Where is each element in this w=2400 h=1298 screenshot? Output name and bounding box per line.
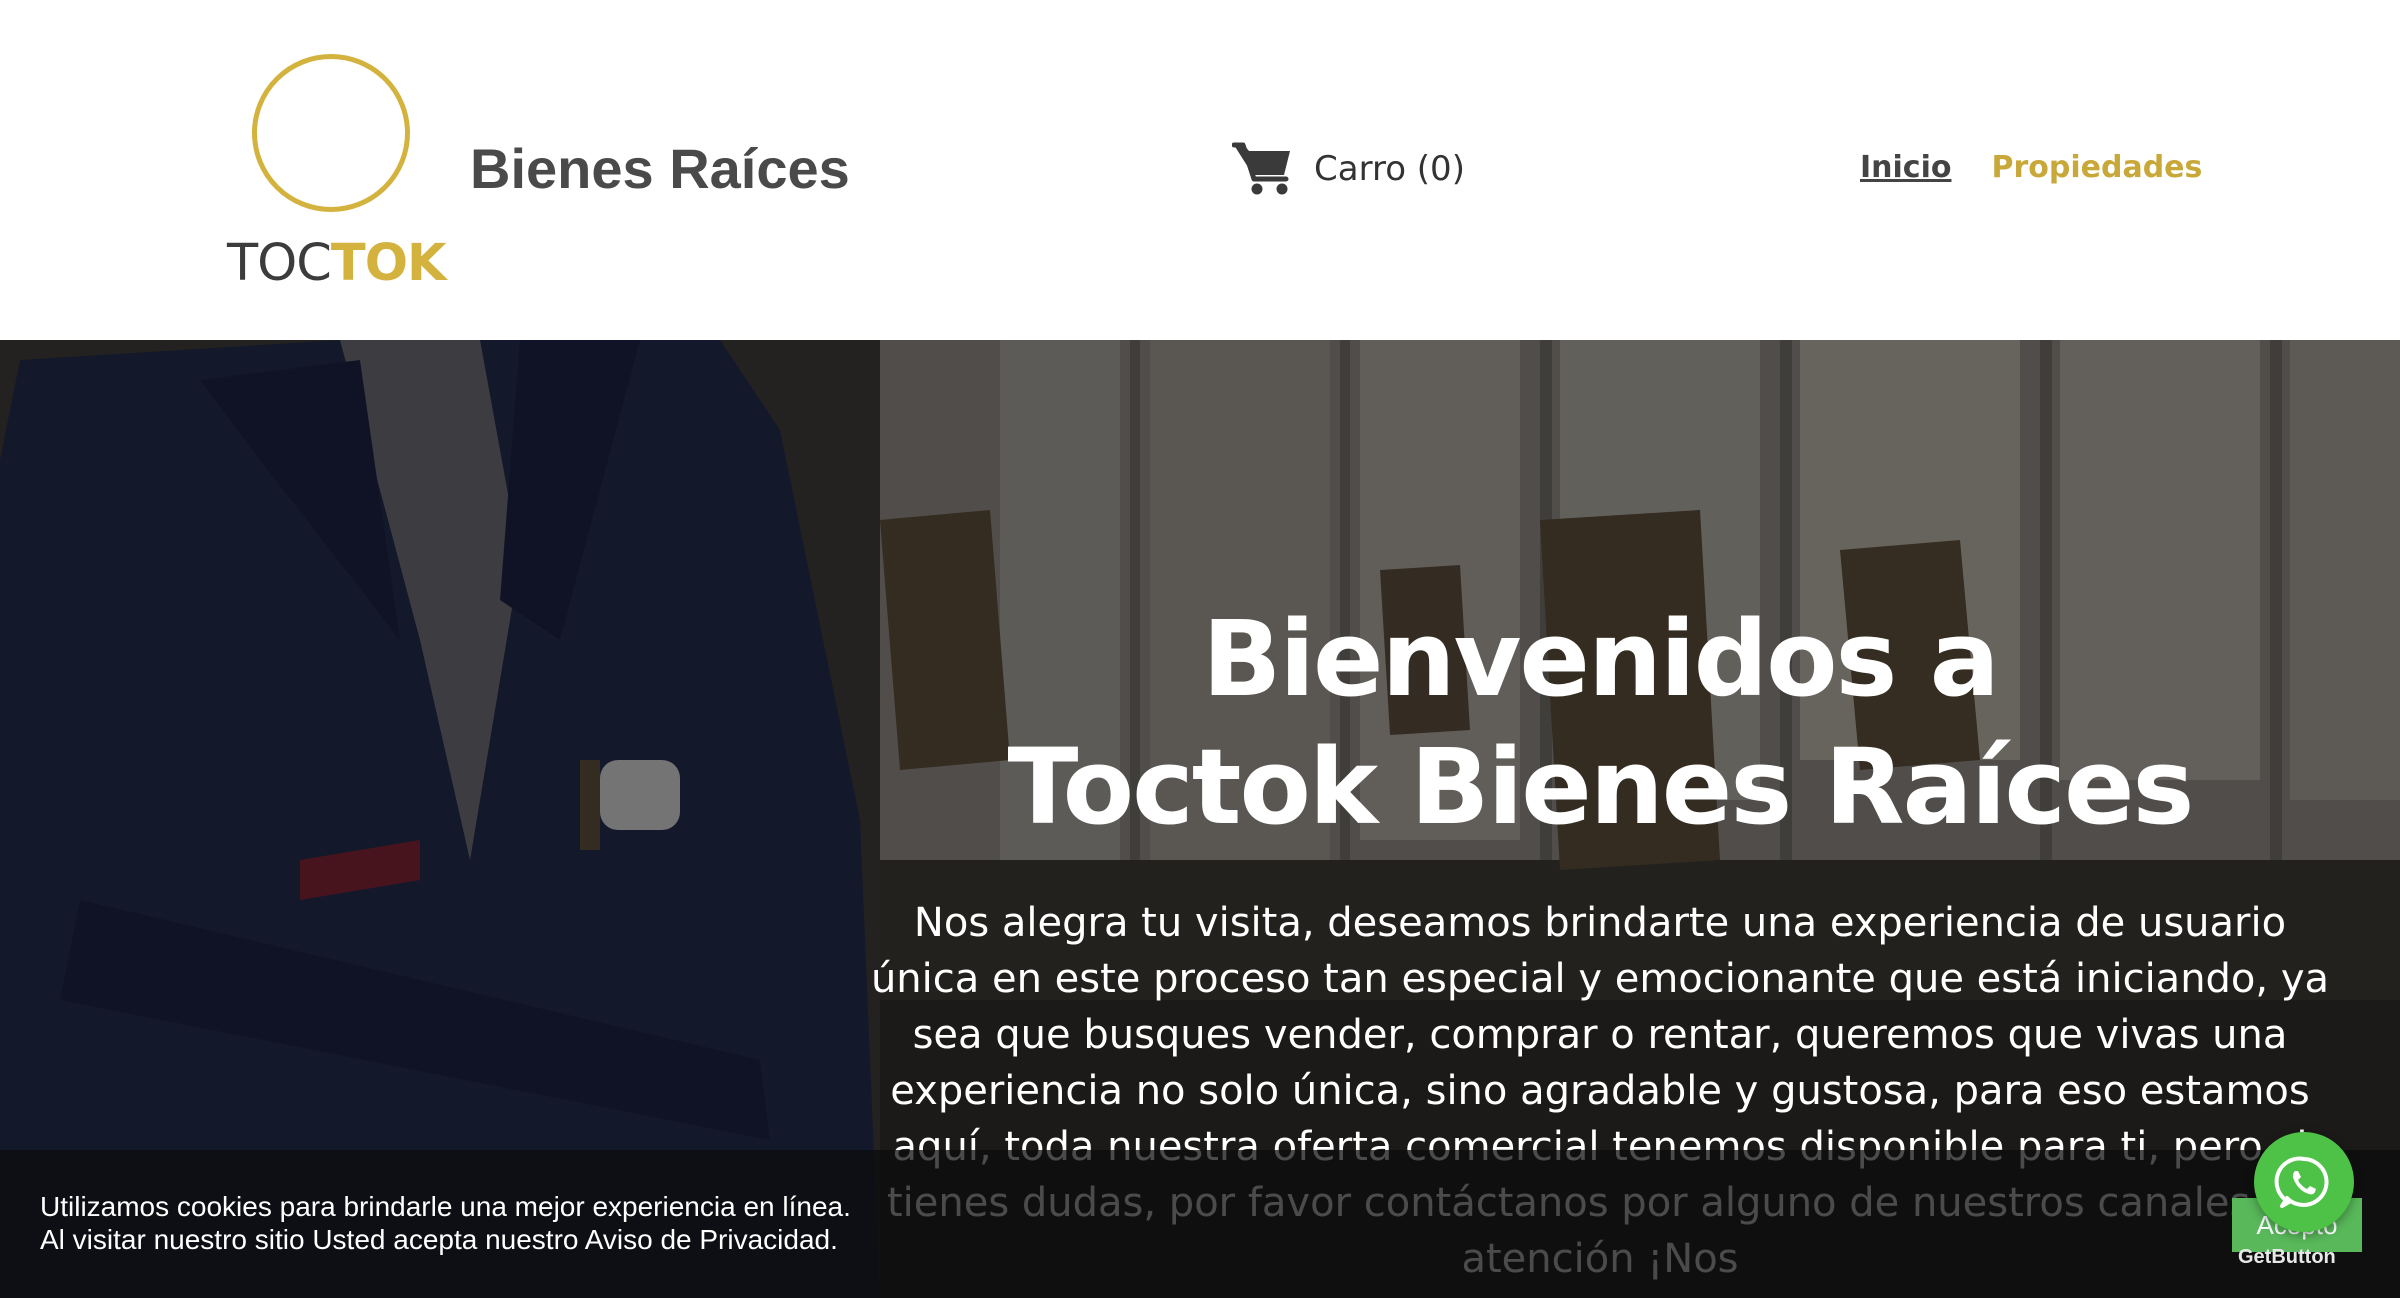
getbutton-credit[interactable]: GetButton [2238, 1246, 2336, 1269]
cart-link[interactable]: Carro (0) [1232, 140, 1465, 198]
logo-wordmark: TOCTOK [227, 238, 447, 289]
cookie-banner: Utilizamos cookies para brindarle una me… [0, 1150, 2400, 1298]
hero-title: Bienvenidos a Toctok Bienes Raíces [900, 595, 2300, 851]
nav-item-propiedades[interactable]: Propiedades [1991, 150, 2202, 185]
cookie-message: Utilizamos cookies para brindarle una me… [40, 1190, 851, 1256]
site-header: TOCTOK Bienes Raíces Carro (0) Inicio Pr… [0, 0, 2400, 340]
cookie-line1: Utilizamos cookies para brindarle una me… [40, 1191, 851, 1222]
shopping-cart-icon [1232, 142, 1290, 195]
main-nav: Inicio Propiedades [1860, 150, 2202, 185]
hero-title-line2: Toctok Bienes Raíces [1007, 726, 2195, 848]
brand-title: Bienes Raíces [470, 137, 850, 200]
hero-title-line1: Bienvenidos a [1202, 598, 2000, 720]
logo-ring-icon [252, 54, 410, 212]
cookie-line2: Al visitar nuestro sitio Usted acepta nu… [40, 1224, 838, 1255]
logo-word-gold: TOK [330, 234, 447, 293]
logo-word-dark: TOC [227, 234, 332, 293]
whatsapp-button[interactable] [2254, 1132, 2354, 1232]
toctok-logo[interactable]: TOCTOK [222, 50, 447, 290]
cart-label: Carro (0) [1314, 149, 1465, 189]
nav-item-inicio[interactable]: Inicio [1860, 150, 1951, 185]
whatsapp-icon [2274, 1156, 2329, 1208]
